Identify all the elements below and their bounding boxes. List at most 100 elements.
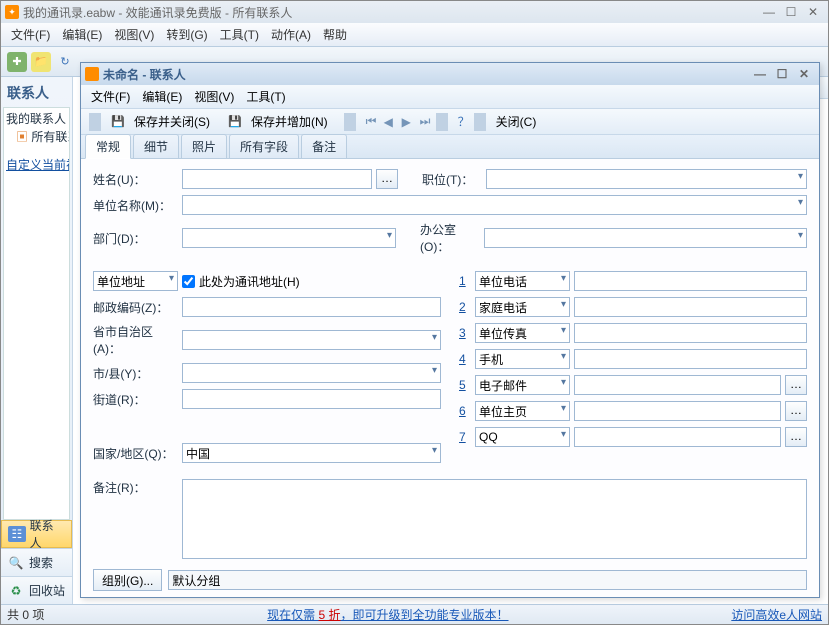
input-office[interactable] [484, 228, 807, 248]
tab-notes[interactable]: 备注 [301, 134, 347, 158]
group-button[interactable]: 组别(G)... [93, 569, 162, 591]
tab-allfields[interactable]: 所有字段 [229, 134, 299, 158]
minimize-button[interactable]: — [758, 4, 780, 20]
sidebar: 联系人 我的联系人 ▣ 所有联系 自定义当前视 ☷联系人 🔍搜索 ♻回收站 [1, 77, 73, 604]
phone-index-1[interactable]: 1 [459, 274, 471, 288]
input-city[interactable] [182, 363, 441, 383]
phone-index-7[interactable]: 7 [459, 430, 471, 444]
input-jobtitle[interactable] [486, 169, 807, 189]
label-dept: 部门(D)： [93, 230, 178, 247]
phone-type-7[interactable] [475, 427, 570, 447]
tab-general[interactable]: 常规 [85, 134, 131, 159]
input-country[interactable] [182, 443, 441, 463]
addr-type-combo[interactable] [93, 271, 178, 291]
maximize-button[interactable]: ☐ [780, 4, 802, 20]
dmenu-tools[interactable]: 工具(T) [240, 86, 291, 107]
menu-help[interactable]: 帮助 [317, 24, 353, 45]
phone-type-3[interactable] [475, 323, 570, 343]
help-button[interactable]: ？ [452, 111, 470, 132]
dmenu-view[interactable]: 视图(V) [188, 86, 240, 107]
menu-view[interactable]: 视图(V) [108, 24, 160, 45]
menu-edit[interactable]: 编辑(E) [56, 24, 108, 45]
phone-value-1[interactable] [574, 271, 807, 291]
phone-value-5[interactable] [574, 375, 781, 395]
phone-type-4[interactable] [475, 349, 570, 369]
phone-extra-5[interactable]: … [785, 375, 807, 395]
label-province: 省市自治区(A)： [93, 323, 178, 357]
phone-type-5[interactable] [475, 375, 570, 395]
phone-value-6[interactable] [574, 401, 781, 421]
tab-strip: 常规 细节 照片 所有字段 备注 [81, 135, 819, 159]
phone-extra-6[interactable]: … [785, 401, 807, 421]
input-remark[interactable] [182, 479, 807, 559]
refresh-icon[interactable]: ↻ [55, 52, 75, 72]
menu-file[interactable]: 文件(F) [5, 24, 56, 45]
save-add-button[interactable]: 💾保存并增加(N) [222, 109, 340, 134]
dialog-titlebar: 未命名 - 联系人 — ☐ ✕ [81, 63, 819, 85]
input-province[interactable] [182, 330, 441, 350]
phone-index-5[interactable]: 5 [459, 378, 471, 392]
main-menubar: 文件(F) 编辑(E) 视图(V) 转到(G) 工具(T) 动作(A) 帮助 [1, 23, 828, 47]
main-title: 我的通讯录.eabw - 效能通讯录免费版 - 所有联系人 [23, 4, 292, 21]
contact-dialog: 未命名 - 联系人 — ☐ ✕ 文件(F) 编辑(E) 视图(V) 工具(T) … [80, 62, 820, 598]
dmenu-file[interactable]: 文件(F) [85, 86, 136, 107]
save-close-button[interactable]: 💾保存并关闭(S) [105, 109, 222, 134]
phone-value-7[interactable] [574, 427, 781, 447]
contacts-icon: ☷ [8, 526, 26, 542]
dtoolbar-close-button[interactable]: 关闭(C) [490, 111, 543, 132]
recycle-icon: ♻ [7, 583, 25, 599]
tree-node-all[interactable]: ▣ 所有联系 [6, 128, 67, 146]
phone-type-2[interactable] [475, 297, 570, 317]
sidebar-tab-search[interactable]: 🔍搜索 [1, 548, 72, 576]
tree-root[interactable]: 我的联系人 [6, 110, 67, 128]
dialog-minimize-button[interactable]: — [749, 66, 771, 82]
phone-value-2[interactable] [574, 297, 807, 317]
phone-index-6[interactable]: 6 [459, 404, 471, 418]
main-titlebar: ✦ 我的通讯录.eabw - 效能通讯录免费版 - 所有联系人 — ☐ ✕ [1, 1, 828, 23]
nav-last-button[interactable]: ⏭ [414, 112, 432, 131]
mail-addr-checkbox[interactable] [182, 275, 195, 288]
status-site-link[interactable]: 访问高效e人网站 [731, 606, 822, 623]
status-promo-link[interactable]: 现在仅需 5 折，即可升级到全功能专业版本！ [44, 606, 731, 623]
input-name[interactable] [182, 169, 372, 189]
phone-index-3[interactable]: 3 [459, 326, 471, 340]
sidebar-title: 联系人 [1, 77, 72, 107]
dialog-toolbar: 💾保存并关闭(S) 💾保存并增加(N) ⏮ ◀ ▶ ⏭ ？ 关闭(C) [81, 109, 819, 135]
save-icon: 💾 [111, 115, 125, 129]
nav-prev-button[interactable]: ◀ [378, 113, 396, 131]
customize-view-link[interactable]: 自定义当前视 [6, 156, 67, 174]
sidebar-tab-recycle[interactable]: ♻回收站 [1, 576, 72, 604]
dialog-menubar: 文件(F) 编辑(E) 视图(V) 工具(T) [81, 85, 819, 109]
search-icon: 🔍 [7, 555, 25, 571]
input-company[interactable] [182, 195, 807, 215]
close-button[interactable]: ✕ [802, 4, 824, 20]
sidebar-tab-contacts[interactable]: ☷联系人 [1, 520, 72, 548]
dialog-close-button[interactable]: ✕ [793, 66, 815, 82]
label-zip: 邮政编码(Z)： [93, 299, 178, 316]
folder-icon[interactable]: 📁 [31, 52, 51, 72]
dialog-maximize-button[interactable]: ☐ [771, 66, 793, 82]
phone-index-4[interactable]: 4 [459, 352, 471, 366]
tab-photo[interactable]: 照片 [181, 134, 227, 158]
phone-type-6[interactable] [475, 401, 570, 421]
phone-index-2[interactable]: 2 [459, 300, 471, 314]
dmenu-edit[interactable]: 编辑(E) [136, 86, 188, 107]
status-bar: 共 0 项 现在仅需 5 折，即可升级到全功能专业版本！ 访问高效e人网站 [1, 604, 828, 624]
nav-next-button[interactable]: ▶ [396, 113, 414, 131]
phone-type-1[interactable] [475, 271, 570, 291]
input-dept[interactable] [182, 228, 396, 248]
phone-value-3[interactable] [574, 323, 807, 343]
phone-value-4[interactable] [574, 349, 807, 369]
menu-goto[interactable]: 转到(G) [160, 24, 213, 45]
label-remark: 备注(R)： [93, 479, 178, 496]
phone-extra-7[interactable]: … [785, 427, 807, 447]
nav-first-button[interactable]: ⏮ [360, 112, 378, 131]
menu-tools[interactable]: 工具(T) [214, 24, 265, 45]
input-street[interactable] [182, 389, 441, 409]
sidebar-tree[interactable]: 我的联系人 ▣ 所有联系 自定义当前视 [3, 107, 70, 520]
name-picker-button[interactable]: … [376, 169, 398, 189]
menu-action[interactable]: 动作(A) [265, 24, 317, 45]
tab-detail[interactable]: 细节 [133, 134, 179, 158]
new-icon[interactable]: ✚ [7, 52, 27, 72]
input-zip[interactable] [182, 297, 441, 317]
